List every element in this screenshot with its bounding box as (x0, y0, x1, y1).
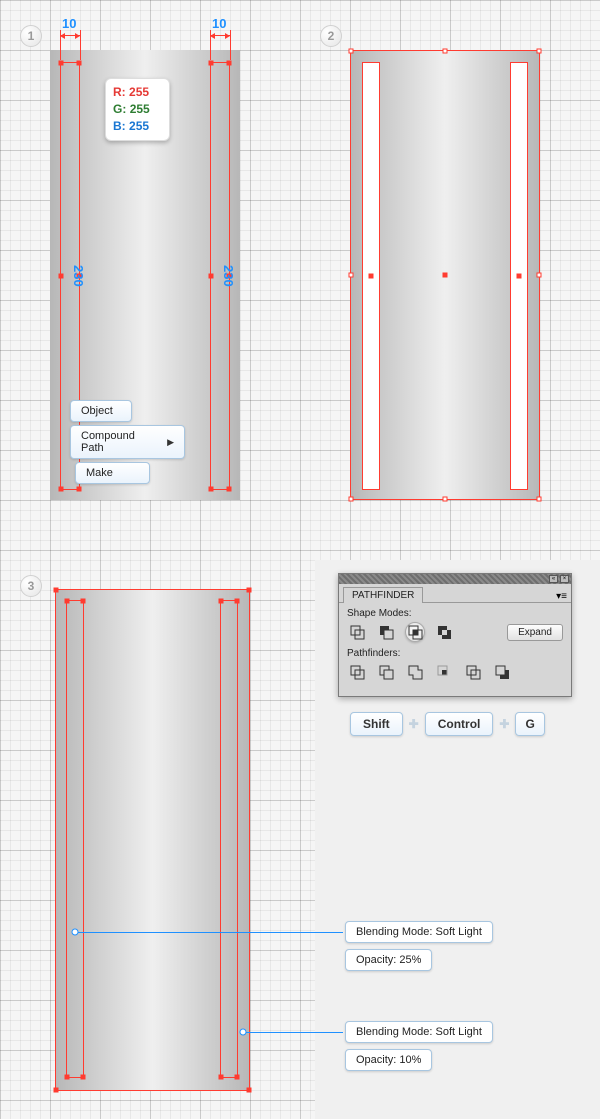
callout-blending-2: Blending Mode: Soft Light (345, 1021, 493, 1043)
step-number: 1 (28, 29, 35, 43)
dim-label-10a: 10 (62, 16, 76, 31)
panel-close-icon[interactable]: × (560, 575, 569, 583)
context-menu: Object Compound Path ▶ Make (70, 400, 185, 487)
dim-arrow-10-right (210, 35, 230, 36)
key-label: G (525, 717, 534, 731)
merge-icon[interactable] (405, 662, 425, 682)
minus-front-icon[interactable] (376, 622, 396, 642)
callout-line (246, 1032, 343, 1033)
expand-label: Expand (518, 627, 552, 638)
tab-label: PATHFINDER (352, 590, 414, 601)
plus-icon: ✚ (409, 717, 419, 731)
pathfinders-row (347, 662, 563, 682)
rgb-g-label: G: (113, 102, 126, 116)
dim-tick (80, 30, 81, 60)
dim-label-10b: 10 (212, 16, 226, 31)
menu-compound-label: Compound Path (81, 430, 155, 454)
dim-label-230b: 230 (221, 265, 236, 287)
shape-modes-label: Shape Modes: (347, 608, 563, 619)
divide-icon[interactable] (347, 662, 367, 682)
pathfinder-panel: « × PATHFINDER ▾≡ Shape Modes: Expand Pa… (338, 573, 572, 697)
key-label: Shift (363, 717, 390, 731)
minus-back-icon[interactable] (492, 662, 512, 682)
step-badge-2: 2 (320, 25, 342, 47)
key-control: Control (425, 712, 494, 736)
key-label: Control (438, 717, 481, 731)
rgb-r-val: 255 (129, 85, 149, 99)
callout-line (78, 932, 343, 933)
rgb-b-label: B: (113, 119, 126, 133)
rgb-r-label: R: (113, 85, 126, 99)
rgb-g-val: 255 (130, 102, 150, 116)
callout-opacity-2: Opacity: 10% (345, 1049, 432, 1071)
dim-arrow-10-left (60, 35, 80, 36)
key-g: G (515, 712, 544, 736)
tab-pathfinder[interactable]: PATHFINDER (343, 587, 423, 603)
callout-blending-1: Blending Mode: Soft Light (345, 921, 493, 943)
key-shift: Shift (350, 712, 403, 736)
panel-tabs: PATHFINDER ▾≡ (339, 584, 571, 603)
dim-label-230a: 230 (71, 265, 86, 287)
step-badge-1: 1 (20, 25, 42, 47)
menu-object[interactable]: Object (70, 400, 132, 422)
panel-collapse-icon[interactable]: « (549, 575, 558, 583)
step2-sel-inner-right[interactable] (510, 62, 528, 490)
unite-icon[interactable] (347, 622, 367, 642)
rgb-b-val: 255 (129, 119, 149, 133)
exclude-icon[interactable] (434, 622, 454, 642)
trim-icon[interactable] (376, 662, 396, 682)
expand-button[interactable]: Expand (507, 624, 563, 641)
menu-compound-path[interactable]: Compound Path ▶ (70, 425, 185, 459)
rgb-swatch-box: R: 255 G: 255 B: 255 (105, 78, 170, 141)
crop-icon[interactable] (434, 662, 454, 682)
intersect-icon[interactable] (405, 622, 425, 642)
step-number: 2 (328, 29, 335, 43)
step-badge-3: 3 (20, 575, 42, 597)
step2-sel-inner-left[interactable] (362, 62, 380, 490)
menu-object-label: Object (81, 405, 113, 417)
plus-icon: ✚ (499, 717, 509, 731)
shape-modes-row: Expand (347, 622, 563, 642)
pathfinders-label: Pathfinders: (347, 648, 563, 659)
outline-icon[interactable] (463, 662, 483, 682)
panel-titlebar[interactable]: « × (339, 574, 571, 584)
hotkey-combo: Shift ✚ Control ✚ G (350, 712, 545, 736)
panel-body: Shape Modes: Expand Pathfinders: (339, 603, 571, 696)
step3-outer[interactable] (55, 589, 250, 1091)
panel-menu-icon[interactable]: ▾≡ (556, 591, 567, 602)
menu-make-label: Make (86, 467, 113, 479)
menu-make[interactable]: Make (75, 462, 150, 484)
chevron-right-icon: ▶ (167, 437, 174, 448)
callout-opacity-1: Opacity: 25% (345, 949, 432, 971)
step-number: 3 (28, 579, 35, 593)
dim-tick (230, 30, 231, 60)
